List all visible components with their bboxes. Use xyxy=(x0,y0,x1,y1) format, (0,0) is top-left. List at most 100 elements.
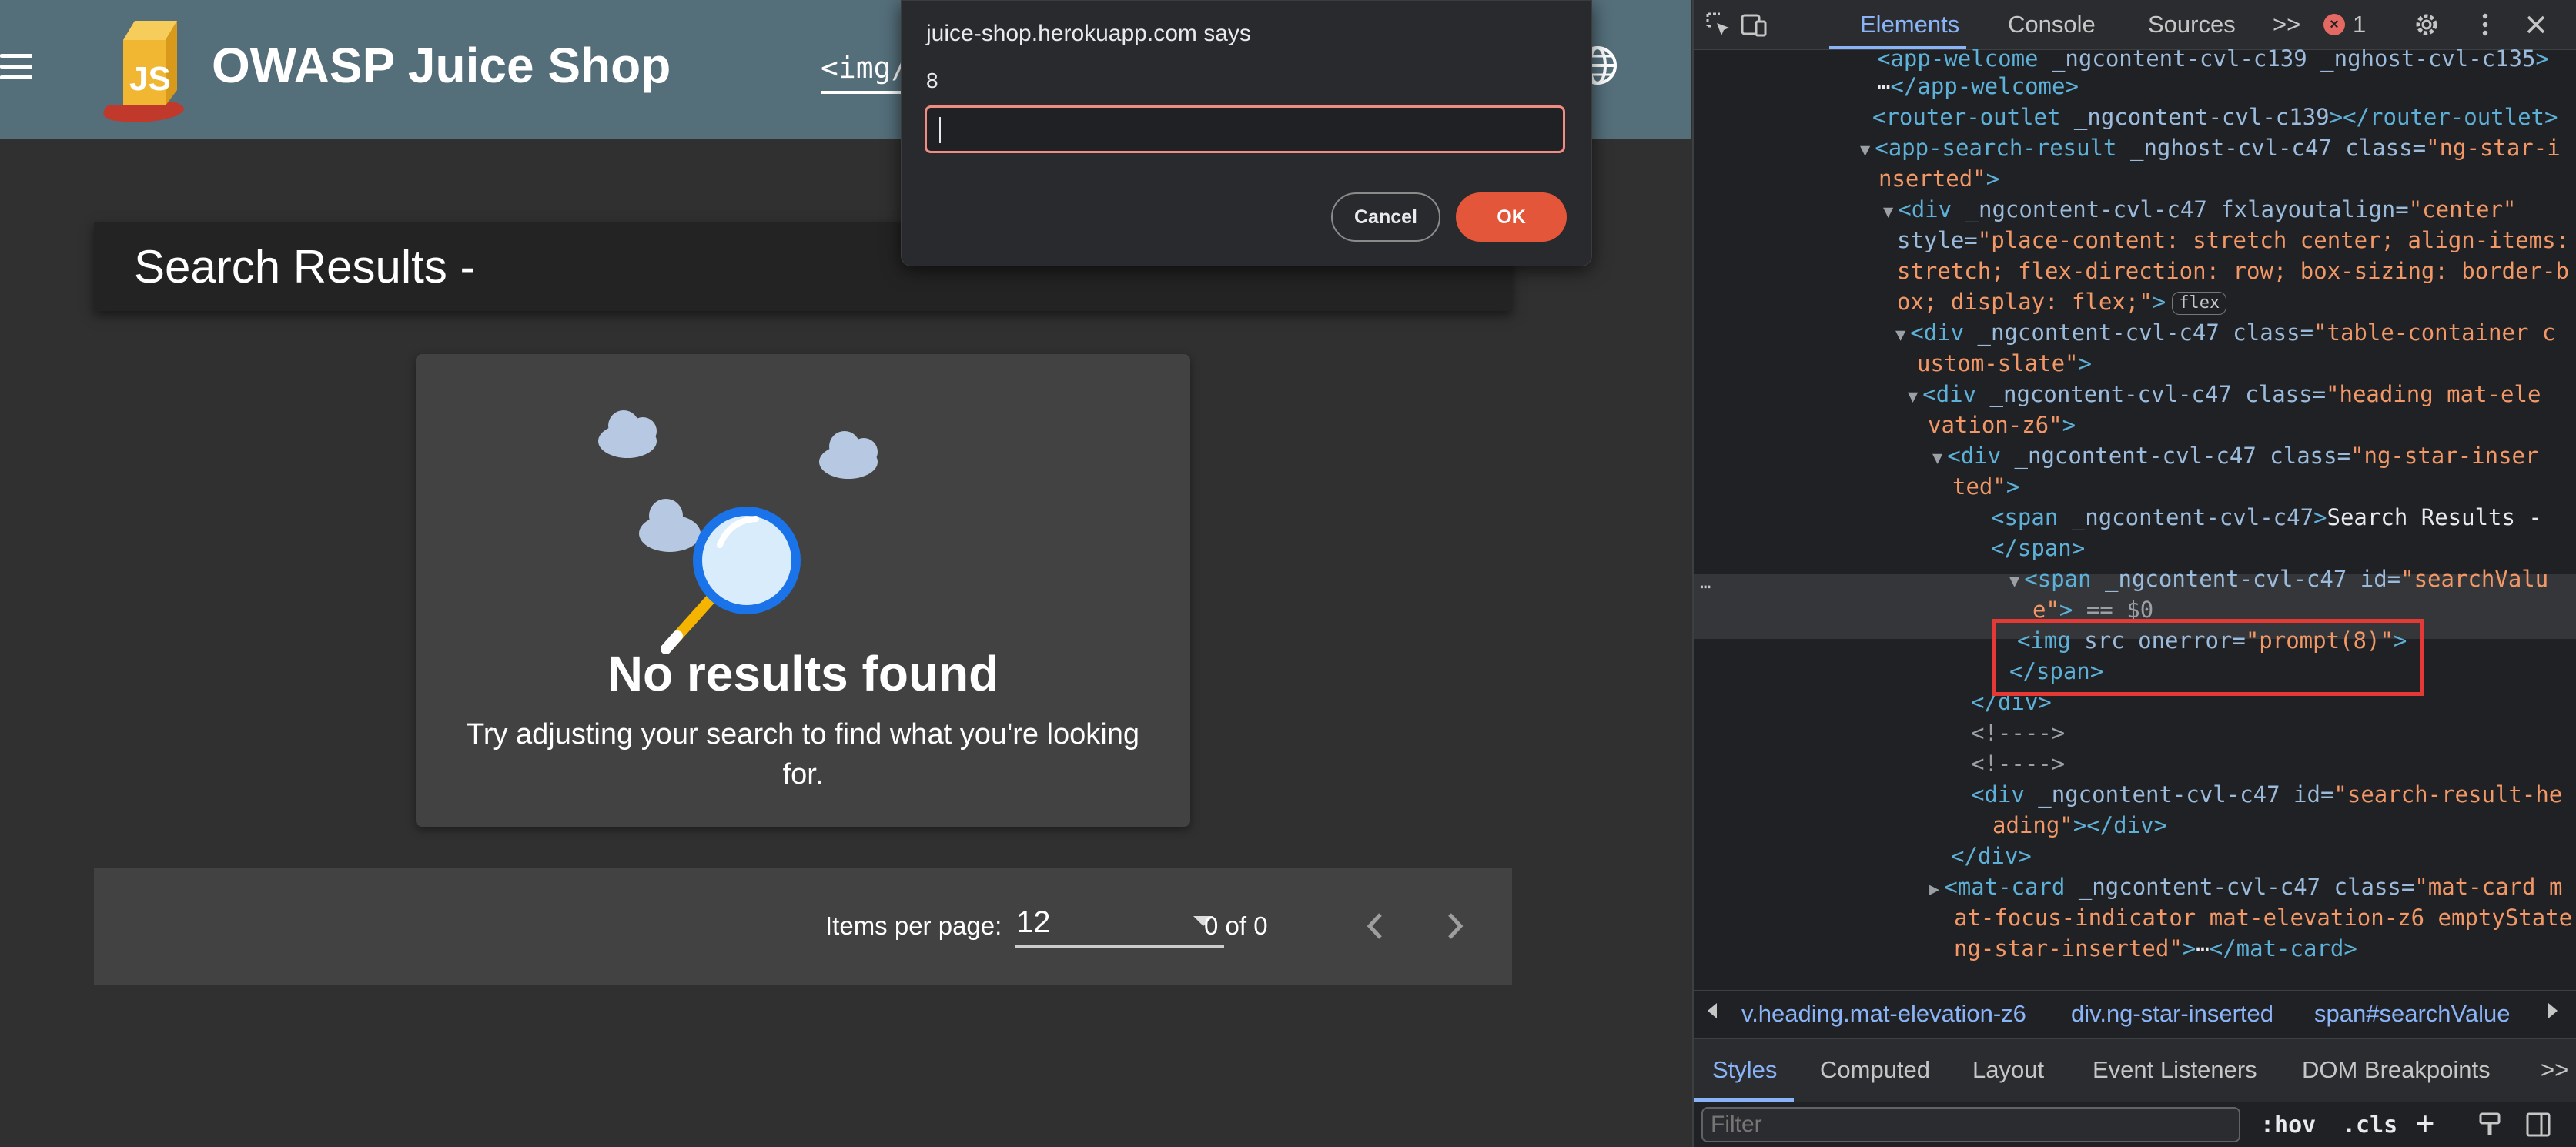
dom-node-line[interactable]: stretch; flex-direction: row; box-sizing… xyxy=(1897,256,2569,286)
dom-node-line[interactable]: <!----> xyxy=(1971,717,2065,748)
dom-node-line[interactable]: ustom-slate"> xyxy=(1917,348,2092,379)
cancel-button[interactable]: Cancel xyxy=(1331,192,1440,242)
node-actions-icon[interactable]: ⋯ xyxy=(1700,576,1711,597)
gear-icon[interactable] xyxy=(2413,11,2441,38)
dom-token: _ngcontent-cvl-c47 class= xyxy=(2001,443,2351,469)
app-title[interactable]: OWASP Juice Shop xyxy=(212,37,671,94)
dom-token: ></router-outlet> xyxy=(2329,104,2558,130)
filter-input[interactable] xyxy=(1701,1107,2240,1142)
error-count[interactable]: 1 xyxy=(2353,11,2366,38)
tab-console[interactable]: Console xyxy=(2008,11,2096,38)
dom-token: > xyxy=(1986,166,2000,192)
dom-node-line[interactable]: </span> xyxy=(1991,533,2085,563)
tab-sources[interactable]: Sources xyxy=(2148,11,2236,38)
text-caret xyxy=(939,117,941,143)
page-range-label: 0 of 0 xyxy=(1204,911,1268,940)
dom-token: <!----> xyxy=(1971,751,2066,777)
chevron-right-icon[interactable] xyxy=(1435,907,1474,945)
scroll-left-icon[interactable] xyxy=(1708,1003,1717,1018)
scroll-right-icon[interactable] xyxy=(2548,1003,2558,1018)
prompt-dialog: juice-shop.herokuapp.com says 8 Cancel O… xyxy=(901,0,1592,266)
dom-token: ox; display: flex;" xyxy=(1897,289,2153,315)
page-size-select[interactable]: 12 xyxy=(1015,899,1224,948)
breadcrumb-item[interactable]: div.ng-star-inserted xyxy=(2071,1000,2273,1028)
dom-token: ▼ xyxy=(1860,141,1871,160)
hover-state-toggle[interactable]: :hov xyxy=(2260,1112,2316,1139)
dom-node-line[interactable]: <span _ngcontent-cvl-c47>Search Results … xyxy=(1991,502,2542,533)
breadcrumb-item[interactable]: v.heading.mat-elevation-z6 xyxy=(1741,1000,2026,1028)
sidebar-toggle-icon[interactable] xyxy=(2525,1112,2551,1138)
breadcrumb-item[interactable]: span#searchValue xyxy=(2314,1000,2511,1028)
dom-token: _ngcontent-cvl-c47 xyxy=(2058,504,2314,530)
error-icon[interactable]: × xyxy=(2323,14,2345,35)
dom-token: ▼ xyxy=(1883,202,1894,222)
prompt-input[interactable] xyxy=(925,105,1565,153)
dom-node-line[interactable]: nserted"> xyxy=(1878,163,1999,194)
dom-node-line[interactable]: <!----> xyxy=(1971,748,2065,779)
dom-node-line[interactable]: </div> xyxy=(1951,841,2032,871)
breadcrumb: v.heading.mat-elevation-z6 div.ng-star-i… xyxy=(1694,990,2576,1039)
dom-token: <!----> xyxy=(1971,720,2066,746)
dom-token: > xyxy=(2078,350,2092,376)
dom-token: ⋯ xyxy=(2196,935,2210,961)
dom-node-line[interactable]: style="place-content: stretch center; al… xyxy=(1897,225,2569,256)
device-toggle-icon[interactable] xyxy=(1740,11,1768,38)
dom-node-line[interactable]: ⋯</app-welcome> xyxy=(1877,71,2079,102)
dom-token: <mat-card xyxy=(1944,874,2066,900)
dom-token: ustom-slate" xyxy=(1917,350,2079,376)
dom-token: ted" xyxy=(1952,473,2006,500)
dom-tree[interactable]: ⋯ <app-welcome _ngcontent-cvl-c139 _ngho… xyxy=(1694,49,2576,990)
dom-node-line[interactable]: ng-star-inserted">⋯</mat-card> xyxy=(1954,933,2357,964)
more-tabs-button[interactable]: >> xyxy=(2273,11,2300,38)
dom-node-line[interactable]: ▼ <app-search-result _nghost-cvl-c47 clas… xyxy=(1860,132,2561,163)
tab-dom-breakpoints[interactable]: DOM Breakpoints xyxy=(2302,1056,2491,1084)
dom-token: ng-star-inserted" xyxy=(1954,935,2183,961)
more-subtabs-button[interactable]: >> xyxy=(2541,1056,2568,1084)
tab-styles[interactable]: Styles xyxy=(1712,1056,1777,1084)
dom-node-line[interactable]: vation-z6"> xyxy=(1928,410,2076,440)
ok-button[interactable]: OK xyxy=(1456,192,1567,242)
tab-computed[interactable]: Computed xyxy=(1820,1056,1930,1084)
dom-node-line[interactable]: at-focus-indicator mat-elevation-z6 empt… xyxy=(1954,902,2572,933)
dom-token: <div xyxy=(1910,319,1965,346)
paint-brush-icon[interactable] xyxy=(2477,1112,2504,1138)
dom-token: nserted" xyxy=(1878,166,1986,192)
menu-icon[interactable] xyxy=(0,54,34,85)
dom-token: flex xyxy=(2172,292,2227,315)
add-rule-icon[interactable]: + xyxy=(2416,1105,2434,1141)
dom-node-line[interactable]: ▼ <span _ngcontent-cvl-c47 id="searchValu xyxy=(2009,563,2548,594)
tab-elements[interactable]: Elements xyxy=(1860,11,1959,38)
dom-token: <div xyxy=(1947,443,2002,469)
class-toggle[interactable]: .cls xyxy=(2342,1112,2397,1139)
dom-token: <div xyxy=(1898,196,1952,222)
more-icon[interactable] xyxy=(2471,11,2499,38)
dom-node-line[interactable]: ox; display: flex;"> flex xyxy=(1897,286,2227,317)
tab-event-listeners[interactable]: Event Listeners xyxy=(2093,1056,2257,1084)
juice-shop-logo[interactable]: JS xyxy=(92,9,208,125)
dom-token: <app-search-result xyxy=(1875,135,2117,161)
dom-node-line[interactable]: ▼ <div _ngcontent-cvl-c47 class="heading … xyxy=(1908,379,2541,410)
dom-node-line[interactable]: <div _ngcontent-cvl-c47 id="search-resul… xyxy=(1971,779,2562,810)
chevron-left-icon[interactable] xyxy=(1357,907,1395,945)
dom-token: style= xyxy=(1897,227,1978,253)
dom-node-line[interactable]: ▼ <div _ngcontent-cvl-c47 class="table-co… xyxy=(1895,317,2555,348)
dom-token: </div> xyxy=(1951,843,2032,869)
no-results-illustration xyxy=(598,410,878,654)
devtools-tabbar: Elements Console Sources >> × 1 xyxy=(1694,0,2576,50)
dom-token: ▼ xyxy=(1908,387,1919,406)
dom-token: _ngcontent-cvl-c47 fxlayoutalign= xyxy=(1952,196,2409,222)
dom-token: <div xyxy=(1922,381,1977,407)
dom-node-line[interactable]: <router-outlet _ngcontent-cvl-c139></rou… xyxy=(1872,102,2558,132)
active-subtab-indicator xyxy=(1694,1098,1794,1102)
dom-node-line[interactable]: ▼ <div _ngcontent-cvl-c47 class="ng-star-… xyxy=(1932,440,2538,471)
dom-node-line[interactable]: ▶ <mat-card _ngcontent-cvl-c47 class="mat… xyxy=(1929,871,2562,902)
dom-node-line[interactable]: ading"></div> xyxy=(1992,810,2167,841)
dom-token: "center" xyxy=(2408,196,2517,222)
dom-token: <app-welcome xyxy=(1877,49,2039,72)
tab-layout[interactable]: Layout xyxy=(1972,1056,2044,1084)
inspect-icon[interactable] xyxy=(1705,11,1732,38)
dom-node-line[interactable]: ted"> xyxy=(1952,471,2019,502)
close-icon[interactable] xyxy=(2522,11,2550,38)
dom-token: _ngcontent-cvl-c139 _nghost-cvl-c135 xyxy=(2038,49,2536,72)
dom-node-line[interactable]: ▼ <div _ngcontent-cvl-c47 fxlayoutalign="… xyxy=(1883,194,2516,225)
